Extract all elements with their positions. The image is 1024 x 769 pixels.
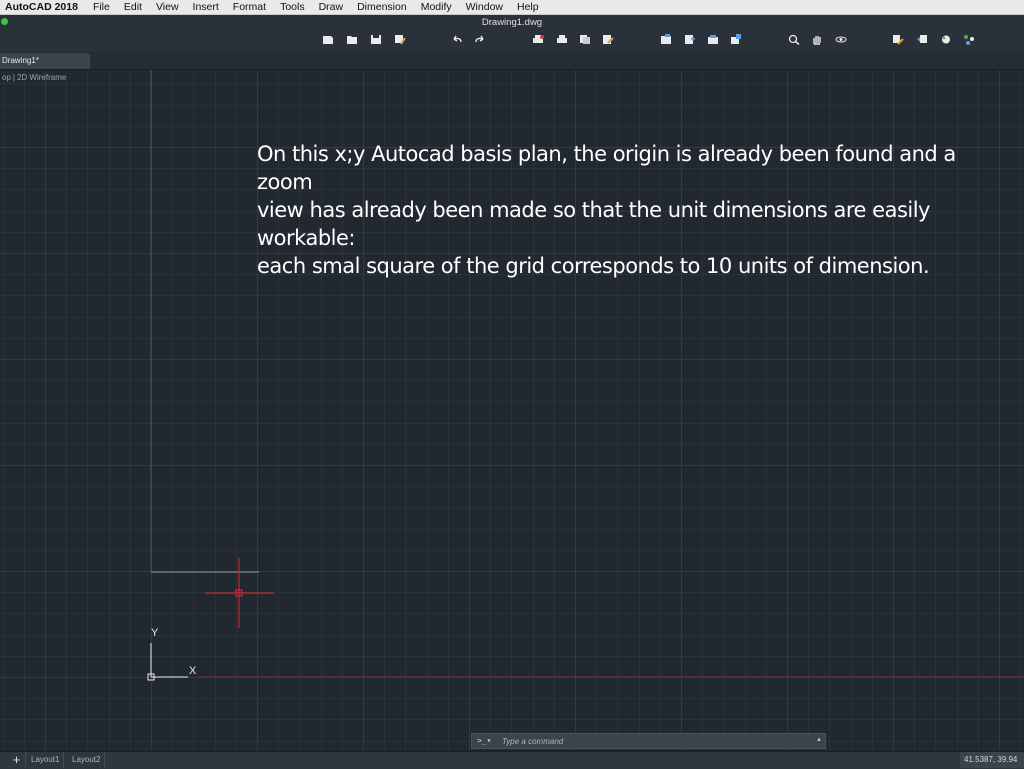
menu-bar: AutoCAD 2018 File Edit View Insert Forma… (0, 0, 1024, 15)
app-menu[interactable]: AutoCAD 2018 (0, 1, 86, 13)
menu-file[interactable]: File (86, 1, 117, 13)
publish-icon[interactable] (579, 34, 591, 45)
menu-draw[interactable]: Draw (312, 1, 351, 13)
render-icon[interactable] (940, 34, 952, 45)
menu-edit[interactable]: Edit (117, 1, 149, 13)
menu-insert[interactable]: Insert (186, 1, 226, 13)
tab-layout1[interactable]: Layout1 (27, 752, 65, 768)
menu-dimension[interactable]: Dimension (350, 1, 414, 13)
open-icon[interactable] (346, 34, 358, 45)
add-layout-button[interactable]: + (8, 752, 26, 768)
properties-icon[interactable] (660, 34, 672, 45)
plot-preview-icon[interactable] (556, 34, 568, 45)
menu-window[interactable]: Window (459, 1, 510, 13)
block-editor-icon[interactable] (916, 34, 928, 45)
tab-drawing1[interactable]: Drawing1* (0, 53, 90, 69)
ucs-x-label: X (189, 665, 197, 677)
tab-layout2[interactable]: Layout2 (68, 752, 106, 768)
match-properties-icon[interactable] (892, 34, 904, 45)
redo-icon[interactable] (474, 34, 486, 45)
ucs-icon (147, 643, 188, 681)
sheet-set-icon[interactable] (707, 34, 719, 45)
command-prompt-icon[interactable]: >_▾ (477, 736, 491, 745)
command-line[interactable]: >_▾ ▲ (471, 733, 826, 749)
page-setup-icon[interactable] (602, 34, 614, 45)
window-title: Drawing1.dwg (481, 17, 543, 28)
save-icon[interactable] (370, 34, 382, 45)
command-history-arrow-icon[interactable]: ▲ (816, 737, 822, 743)
menu-help[interactable]: Help (510, 1, 546, 13)
menu-view[interactable]: View (149, 1, 186, 13)
menu-modify[interactable]: Modify (414, 1, 459, 13)
command-input[interactable] (502, 735, 802, 747)
layers-icon[interactable] (684, 34, 696, 45)
view-control[interactable]: op (0, 73, 13, 82)
viewport-controls[interactable]: op | 2D Wireframe (0, 73, 68, 82)
zoom-icon[interactable] (788, 34, 800, 45)
status-bar: + Layout1 Layout2 41.5387, 39.94 (0, 751, 1024, 769)
pan-icon[interactable] (811, 34, 823, 45)
visual-style-control[interactable]: 2D Wireframe (15, 73, 68, 82)
menu-format[interactable]: Format (226, 1, 273, 13)
title-bar: Drawing1.dwg (0, 15, 1024, 52)
object-snap-icon[interactable] (963, 34, 975, 45)
plot-icon[interactable] (532, 34, 544, 45)
undo-icon[interactable] (451, 34, 463, 45)
orbit-icon[interactable] (835, 34, 847, 45)
ucs-y-label: Y (151, 627, 159, 639)
document-tab-bar: Drawing1* (0, 52, 1024, 70)
cursor-coordinates: 41.5387, 39.94 (960, 752, 1024, 768)
menu-tools[interactable]: Tools (273, 1, 312, 13)
annotation-text: On this x;y Autocad basis plan, the orig… (257, 142, 956, 278)
save-as-icon[interactable] (394, 34, 406, 45)
tool-palettes-icon[interactable] (730, 34, 742, 45)
new-icon[interactable] (322, 34, 334, 45)
